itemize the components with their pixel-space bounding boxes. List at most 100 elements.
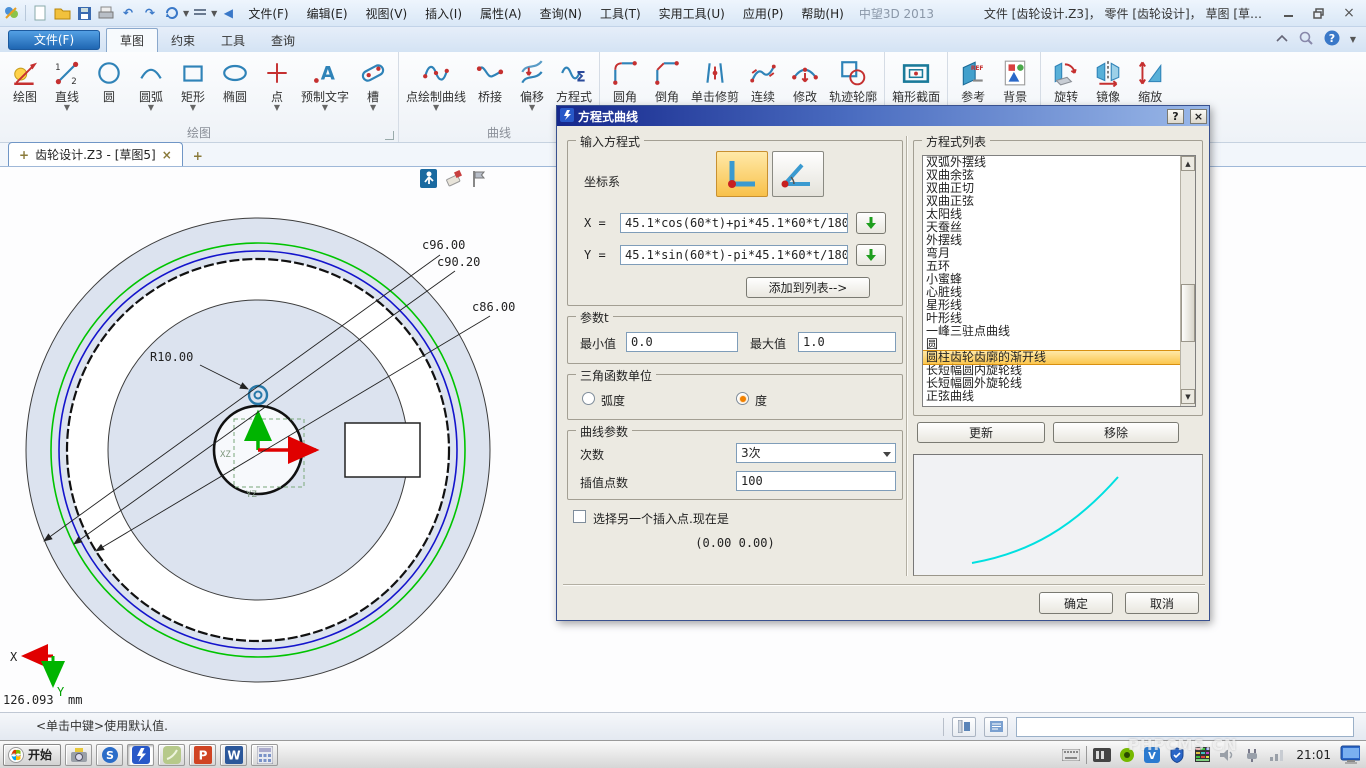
- list-item[interactable]: 小蜜蜂: [923, 273, 1195, 286]
- menu-edit[interactable]: 编辑(E): [298, 3, 357, 24]
- chevron-down-icon[interactable]: ▼: [211, 9, 217, 18]
- ok-button[interactable]: 确定: [1039, 592, 1113, 614]
- ribbon-item-rectangle[interactable]: 矩形 ▼: [172, 55, 214, 113]
- menu-view[interactable]: 视图(V): [357, 3, 417, 24]
- tab-constraint[interactable]: 约束: [158, 29, 208, 52]
- ribbon-item-mirror[interactable]: 镜像: [1087, 55, 1129, 105]
- ribbon-item-ellipse[interactable]: 椭圆: [214, 55, 256, 105]
- exit-sketch-icon[interactable]: [420, 169, 437, 191]
- ribbon-item-background[interactable]: 背景: [994, 55, 1036, 105]
- chevron-down-icon[interactable]: ▼: [148, 104, 154, 112]
- update-button[interactable]: 更新: [917, 422, 1045, 443]
- tab-inquire[interactable]: 查询: [258, 29, 308, 52]
- document-tab[interactable]: + 齿轮设计.Z3 - [草图5] ×: [8, 142, 183, 166]
- minimize-button[interactable]: [1276, 4, 1302, 22]
- ribbon-item-continue[interactable]: 连续: [742, 55, 784, 105]
- filter-list-button[interactable]: [952, 717, 976, 737]
- list-item[interactable]: 一峰三驻点曲线: [923, 325, 1195, 338]
- menu-attributes[interactable]: 属性(A): [471, 3, 531, 24]
- menu-file[interactable]: 文件(F): [239, 3, 297, 24]
- ribbon-item-trim[interactable]: 单击修剪: [688, 55, 742, 105]
- print-icon[interactable]: [96, 3, 116, 23]
- dim-label-c96[interactable]: c96.00: [422, 238, 465, 252]
- group-launcher-icon[interactable]: [385, 131, 394, 140]
- dim-label-c86[interactable]: c86.00: [472, 300, 515, 314]
- polar-coord-button[interactable]: [772, 151, 824, 197]
- list-item[interactable]: 天蚕丝: [923, 221, 1195, 234]
- ribbon-item-offset[interactable]: 偏移 ▼: [511, 55, 553, 113]
- chevron-down-icon[interactable]: ▼: [183, 9, 189, 18]
- ribbon-item-box-section[interactable]: 箱形截面: [889, 55, 943, 105]
- menu-inquire[interactable]: 查询(N): [531, 3, 591, 24]
- powerpoint-icon[interactable]: P: [189, 744, 216, 766]
- scroll-down-icon[interactable]: ▼: [1181, 389, 1195, 404]
- command-input[interactable]: [1016, 717, 1354, 737]
- chevron-down-icon[interactable]: ▼: [1350, 35, 1356, 44]
- ribbon-item-pretext[interactable]: A 预制文字 ▼: [298, 55, 352, 113]
- chevron-down-icon[interactable]: ▼: [529, 104, 535, 112]
- clock[interactable]: 21:01: [1296, 748, 1331, 762]
- menu-applications[interactable]: 应用(P): [734, 3, 793, 24]
- menu-utilities[interactable]: 实用工具(U): [650, 3, 734, 24]
- ribbon-item-draw[interactable]: 绘图: [4, 55, 46, 105]
- keyboard-icon[interactable]: [1061, 745, 1081, 765]
- interp-input[interactable]: 100: [736, 471, 896, 491]
- max-value-input[interactable]: 1.0: [798, 332, 896, 352]
- calculator-icon[interactable]: [251, 744, 278, 766]
- redo-icon[interactable]: ↷: [140, 3, 160, 23]
- ribbon-item-line[interactable]: 12 直线 ▼: [46, 55, 88, 113]
- list-item[interactable]: 双曲正弦: [923, 195, 1195, 208]
- new-document-icon[interactable]: [30, 3, 50, 23]
- scroll-up-icon[interactable]: ▲: [1181, 156, 1195, 171]
- scrollbar-thumb[interactable]: [1181, 284, 1195, 342]
- help-icon[interactable]: ?: [1167, 109, 1184, 124]
- ribbon-item-arc[interactable]: 圆弧 ▼: [130, 55, 172, 113]
- help-icon[interactable]: ?: [1324, 30, 1340, 49]
- ribbon-item-chamfer[interactable]: 倒角: [646, 55, 688, 105]
- close-icon[interactable]: ×: [1190, 109, 1207, 124]
- browser-s-icon[interactable]: S: [96, 744, 123, 766]
- chevron-down-icon[interactable]: ▼: [64, 104, 70, 112]
- list-item[interactable]: 外摆线: [923, 234, 1195, 247]
- equation-listbox[interactable]: 双弧外摆线双曲余弦双曲正切双曲正弦太阳线天蚕丝外摆线弯月五环小蜜蜂心脏线星形线叶…: [922, 155, 1196, 407]
- list-item[interactable]: 正弦曲线: [923, 390, 1195, 403]
- refresh-icon[interactable]: [162, 3, 182, 23]
- list-item[interactable]: 五环: [923, 260, 1195, 273]
- y-flip-button[interactable]: [856, 244, 886, 266]
- undo-icon[interactable]: ↶: [118, 3, 138, 23]
- insert-point-checkbox[interactable]: [573, 510, 586, 523]
- ribbon-item-point-curve[interactable]: 点绘制曲线 ▼: [403, 55, 469, 113]
- ribbon-item-rotate[interactable]: 旋转: [1045, 55, 1087, 105]
- message-log-button[interactable]: [984, 717, 1008, 737]
- notes-app-icon[interactable]: [158, 744, 185, 766]
- list-item[interactable]: 星形线: [923, 299, 1195, 312]
- chevron-down-icon[interactable]: ▼: [190, 104, 196, 112]
- ribbon-item-bridge[interactable]: 桥接: [469, 55, 511, 105]
- ribbon-item-scale[interactable]: 缩放: [1129, 55, 1171, 105]
- chevron-down-icon[interactable]: ▼: [274, 104, 280, 112]
- add-to-list-button[interactable]: 添加到列表-->: [746, 277, 870, 298]
- ribbon-item-track-profile[interactable]: 轨迹轮廓: [826, 55, 880, 105]
- radian-radio[interactable]: [582, 392, 595, 405]
- dim-label-r10[interactable]: R10.00: [150, 350, 193, 364]
- keyway-notch[interactable]: [345, 423, 420, 477]
- ribbon-item-equation[interactable]: Σ 方程式: [553, 55, 595, 105]
- ribbon-item-fillet[interactable]: 圆角: [604, 55, 646, 105]
- file-menu-button[interactable]: 文件(F): [8, 30, 100, 50]
- cancel-button[interactable]: 取消: [1125, 592, 1199, 614]
- show-desktop-icon[interactable]: [1340, 745, 1360, 765]
- x-flip-button[interactable]: [856, 212, 886, 234]
- min-value-input[interactable]: 0.0: [626, 332, 738, 352]
- network-signal-icon[interactable]: [1267, 745, 1287, 765]
- remove-button[interactable]: 移除: [1053, 422, 1179, 443]
- close-icon[interactable]: ×: [162, 148, 172, 162]
- restore-button[interactable]: [1306, 4, 1332, 22]
- menu-tools[interactable]: 工具(T): [591, 3, 650, 24]
- ribbon-item-reference[interactable]: REF 参考: [952, 55, 994, 105]
- chevron-down-icon[interactable]: ▼: [433, 104, 439, 112]
- tab-tools[interactable]: 工具: [208, 29, 258, 52]
- word-icon[interactable]: W: [220, 744, 247, 766]
- open-folder-icon[interactable]: [52, 3, 72, 23]
- tab-sketch[interactable]: 草图: [106, 28, 158, 52]
- media-player-tray-icon[interactable]: [1092, 745, 1112, 765]
